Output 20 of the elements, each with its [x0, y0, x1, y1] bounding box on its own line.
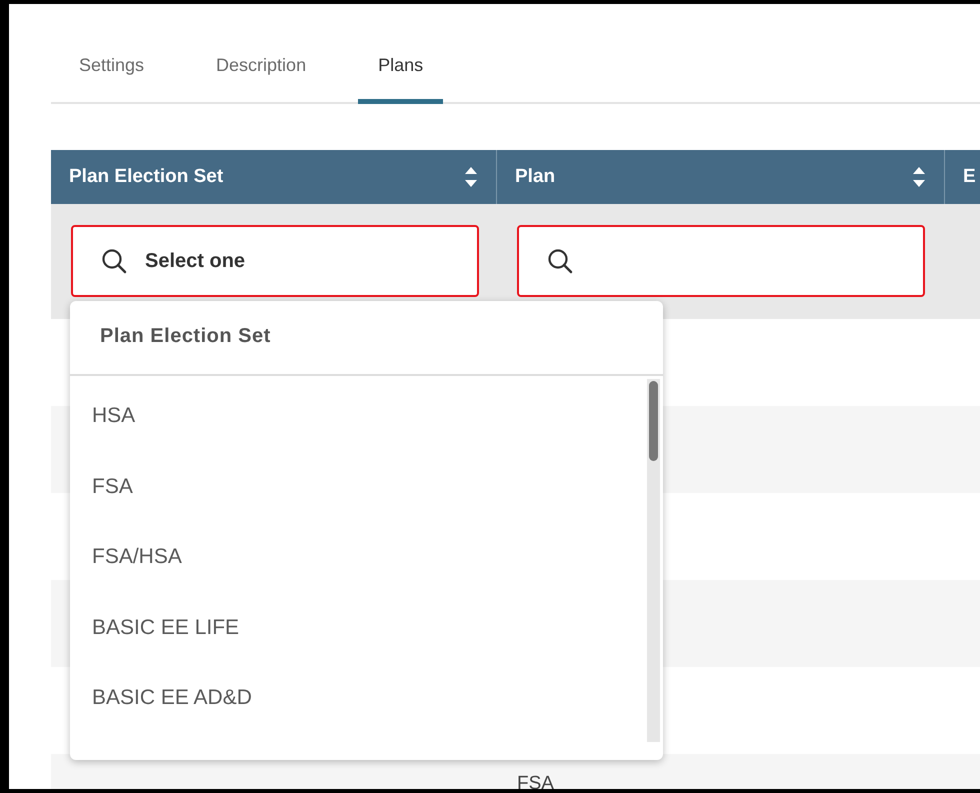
column-header[interactable]: Plan Election Set	[69, 162, 224, 192]
search-icon	[547, 248, 573, 274]
dropdown-option[interactable]: FSA/HSA	[70, 521, 647, 592]
tab[interactable]: Plans	[358, 52, 444, 104]
search-icon	[101, 248, 127, 274]
table-cell-text: FSA	[516, 772, 555, 789]
scrollbar-thumb[interactable]	[649, 381, 658, 461]
dropdown-option[interactable]: HSA	[70, 380, 647, 450]
dropdown-option[interactable]: BASIC EE AD&D	[70, 662, 647, 732]
dropdown-title: Plan Election Set	[70, 301, 663, 376]
sort-icon[interactable]	[912, 166, 926, 188]
sort-icon[interactable]	[464, 166, 478, 188]
dropdown-option[interactable]: FSA	[70, 450, 647, 521]
column-header[interactable]: Plan	[515, 162, 556, 192]
search-field[interactable]: Select one	[71, 225, 479, 297]
search-field[interactable]	[517, 225, 925, 297]
tab[interactable]: Description	[196, 52, 326, 104]
tab[interactable]: Settings	[59, 52, 164, 104]
column-header[interactable]: E	[963, 162, 976, 192]
scrollbar[interactable]	[647, 379, 660, 742]
